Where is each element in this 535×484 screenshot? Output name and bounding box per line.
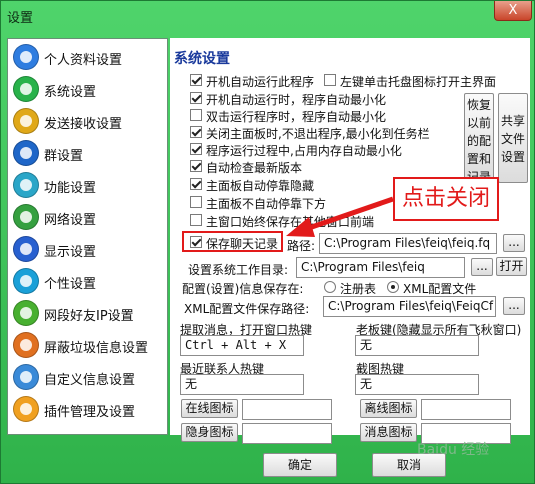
sidebar-item-label: 系统设置 [44,85,97,100]
save-chat-checkbox[interactable] [190,236,202,248]
browse-xml-button[interactable]: ... [503,297,525,315]
sidebar-item-ip-segment[interactable]: 网段好友IP设置 [9,298,165,327]
recent-hotkey-input[interactable]: 无 [180,374,304,395]
capture-hotkey-input[interactable]: 无 [355,374,479,395]
browse-path-button[interactable]: ... [503,234,525,252]
registry-radio[interactable] [324,281,336,293]
star-personal-icon [13,268,39,294]
memory-minimize-label: 程序运行过程中,占用内存自动最小化 [206,144,402,158]
config-save-label: 配置(设置)信息保存在: [182,282,304,296]
sidebar-item-label: 网络设置 [44,213,97,228]
sidebar-item-label: 个人资料设置 [44,53,123,68]
sidebar-item-label: 网段好友IP设置 [44,309,134,324]
message-icon-button[interactable]: 消息图标 [360,423,417,442]
sidebar-item-personal[interactable]: 个性设置 [9,266,165,295]
always-on-top-checkbox[interactable] [190,214,202,226]
send-receive-icon [13,108,39,134]
workdir-input[interactable]: C:\Program Files\feiq [296,257,465,278]
function-rings-icon [13,172,39,198]
tray-click-label: 左键单击托盘图标打开主界面 [340,75,497,89]
custom-info-icon [13,364,39,390]
browse-workdir-button[interactable]: ... [471,258,493,276]
auto-update-checkbox[interactable] [190,160,202,172]
title-bar[interactable]: 设置 X [1,1,534,31]
ok-button[interactable]: 确定 [263,453,337,477]
annotation-callout: 点击关闭 [393,177,499,221]
sidebar-item-system[interactable]: 系统设置 [9,74,165,103]
doubleclick-minimize-checkbox[interactable] [190,109,202,121]
sidebar-item-custom-info[interactable]: 自定义信息设置 [9,362,165,391]
sidebar-item-block-spam[interactable]: 屏蔽垃圾信息设置 [9,330,165,359]
sidebar-item-plugins[interactable]: 插件管理及设置 [9,394,165,423]
person-globe-icon [13,44,39,70]
online-icon-field[interactable] [242,399,332,420]
auto-dock-checkbox[interactable] [190,178,202,190]
autostart-checkbox[interactable] [190,74,202,86]
sidebar-item-label: 功能设置 [44,181,97,196]
sidebar-item-function[interactable]: 功能设置 [9,170,165,199]
sidebar-item-profile[interactable]: 个人资料设置 [9,42,165,71]
save-chat-label: 保存聊天记录 [206,237,279,251]
group-globe-icon [13,140,39,166]
ip-spring-icon [13,300,39,326]
offline-icon-field[interactable] [421,399,511,420]
settings-sidebar: 个人资料设置 系统设置 发送接收设置 群设置 功能设置 网络设置 显示设置 个性… [7,38,168,435]
sidebar-item-label: 屏蔽垃圾信息设置 [44,341,149,356]
settings-window: 设置 X 个人资料设置 系统设置 发送接收设置 群设置 功能设置 网络设置 显示… [0,0,535,484]
memory-minimize-checkbox[interactable] [190,143,202,155]
xml-radio[interactable] [387,281,399,293]
sidebar-item-label: 发送接收设置 [44,117,123,132]
sidebar-item-label: 显示设置 [44,245,97,260]
share-files-button[interactable]: 共享文件设置 [498,93,528,183]
online-icon-button[interactable]: 在线图标 [181,399,238,418]
hidden-icon-field[interactable] [242,423,332,444]
open-workdir-button[interactable]: 打开 [496,257,527,276]
restore-config-button[interactable]: 恢复以前的配置和记录 [464,93,494,184]
xml-path-input[interactable]: C:\Program Files\feiq\FeiqCf [323,296,496,317]
panel-title: 系统设置 [174,51,230,67]
sidebar-item-label: 个性设置 [44,277,97,292]
tray-click-checkbox[interactable] [324,74,336,86]
auto-update-label: 自动检查最新版本 [206,161,303,175]
offline-icon-button[interactable]: 离线图标 [360,399,417,418]
no-dock-bottom-checkbox[interactable] [190,196,202,208]
autostart-minimize-checkbox[interactable] [190,92,202,104]
sidebar-item-label: 群设置 [44,149,84,164]
close-to-tray-label: 关闭主面板时,不退出程序,最小化到任务栏 [206,127,430,141]
plugin-icon [13,396,39,422]
annotation-arrow [286,196,394,237]
boss-key-input[interactable]: 无 [355,335,479,356]
sidebar-item-send-receive[interactable]: 发送接收设置 [9,106,165,135]
autostart-label: 开机自动运行此程序 [206,75,315,89]
block-spam-icon [13,332,39,358]
autostart-minimize-label: 开机自动运行时，程序自动最小化 [206,93,387,107]
sidebar-item-label: 自定义信息设置 [44,373,136,388]
sidebar-item-group[interactable]: 群设置 [9,138,165,167]
hidden-icon-button[interactable]: 隐身图标 [181,423,238,442]
settings-sparkle-icon [13,76,39,102]
network-globe-icon [13,204,39,230]
xml-radio-label: XML配置文件 [403,282,477,296]
doubleclick-minimize-label: 双击运行程序时，程序自动最小化 [206,110,387,124]
registry-radio-label: 注册表 [340,282,377,296]
sidebar-item-network[interactable]: 网络设置 [9,202,165,231]
sidebar-item-label: 插件管理及设置 [44,405,136,420]
display-icon [13,236,39,262]
workdir-label: 设置系统工作目录: [188,263,289,277]
xml-path-label: XML配置文件保存路径: [184,302,310,316]
watermark: Baidu 经验 [417,442,490,458]
window-title: 设置 [7,11,34,26]
sidebar-item-display[interactable]: 显示设置 [9,234,165,263]
hotkey-open-input[interactable]: Ctrl + Alt + X [180,335,304,356]
close-to-tray-checkbox[interactable] [190,126,202,138]
close-button[interactable]: X [494,1,532,21]
